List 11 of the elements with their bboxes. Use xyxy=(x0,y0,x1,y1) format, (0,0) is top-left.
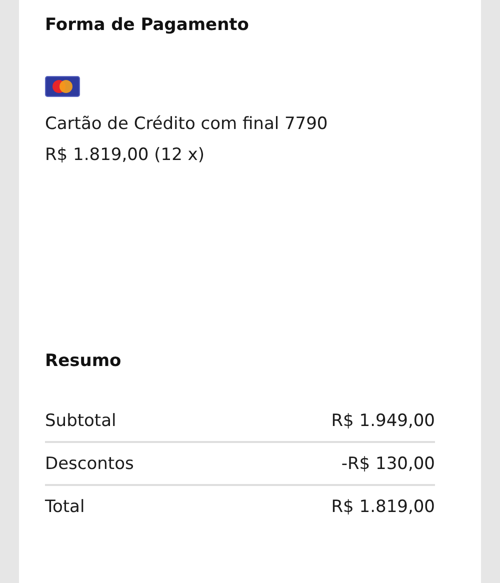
summary-value: R$ 1.949,00 xyxy=(331,410,435,430)
summary-label: Descontos xyxy=(45,454,134,474)
section-title: Resumo xyxy=(45,350,122,373)
payment-amount: R$ 1.819,00 (12 x) xyxy=(45,144,206,167)
card-description: Cartão de Crédito com final 7790 xyxy=(45,113,329,136)
section-title: Forma de Pagamento xyxy=(45,14,250,37)
summary-label: Subtotal xyxy=(45,410,116,430)
summary-value: R$ 1.819,00 xyxy=(331,496,435,516)
credit-card-icon xyxy=(45,76,80,97)
summary-value: -R$ 130,00 xyxy=(341,454,435,474)
summary-label: Total xyxy=(45,496,85,516)
